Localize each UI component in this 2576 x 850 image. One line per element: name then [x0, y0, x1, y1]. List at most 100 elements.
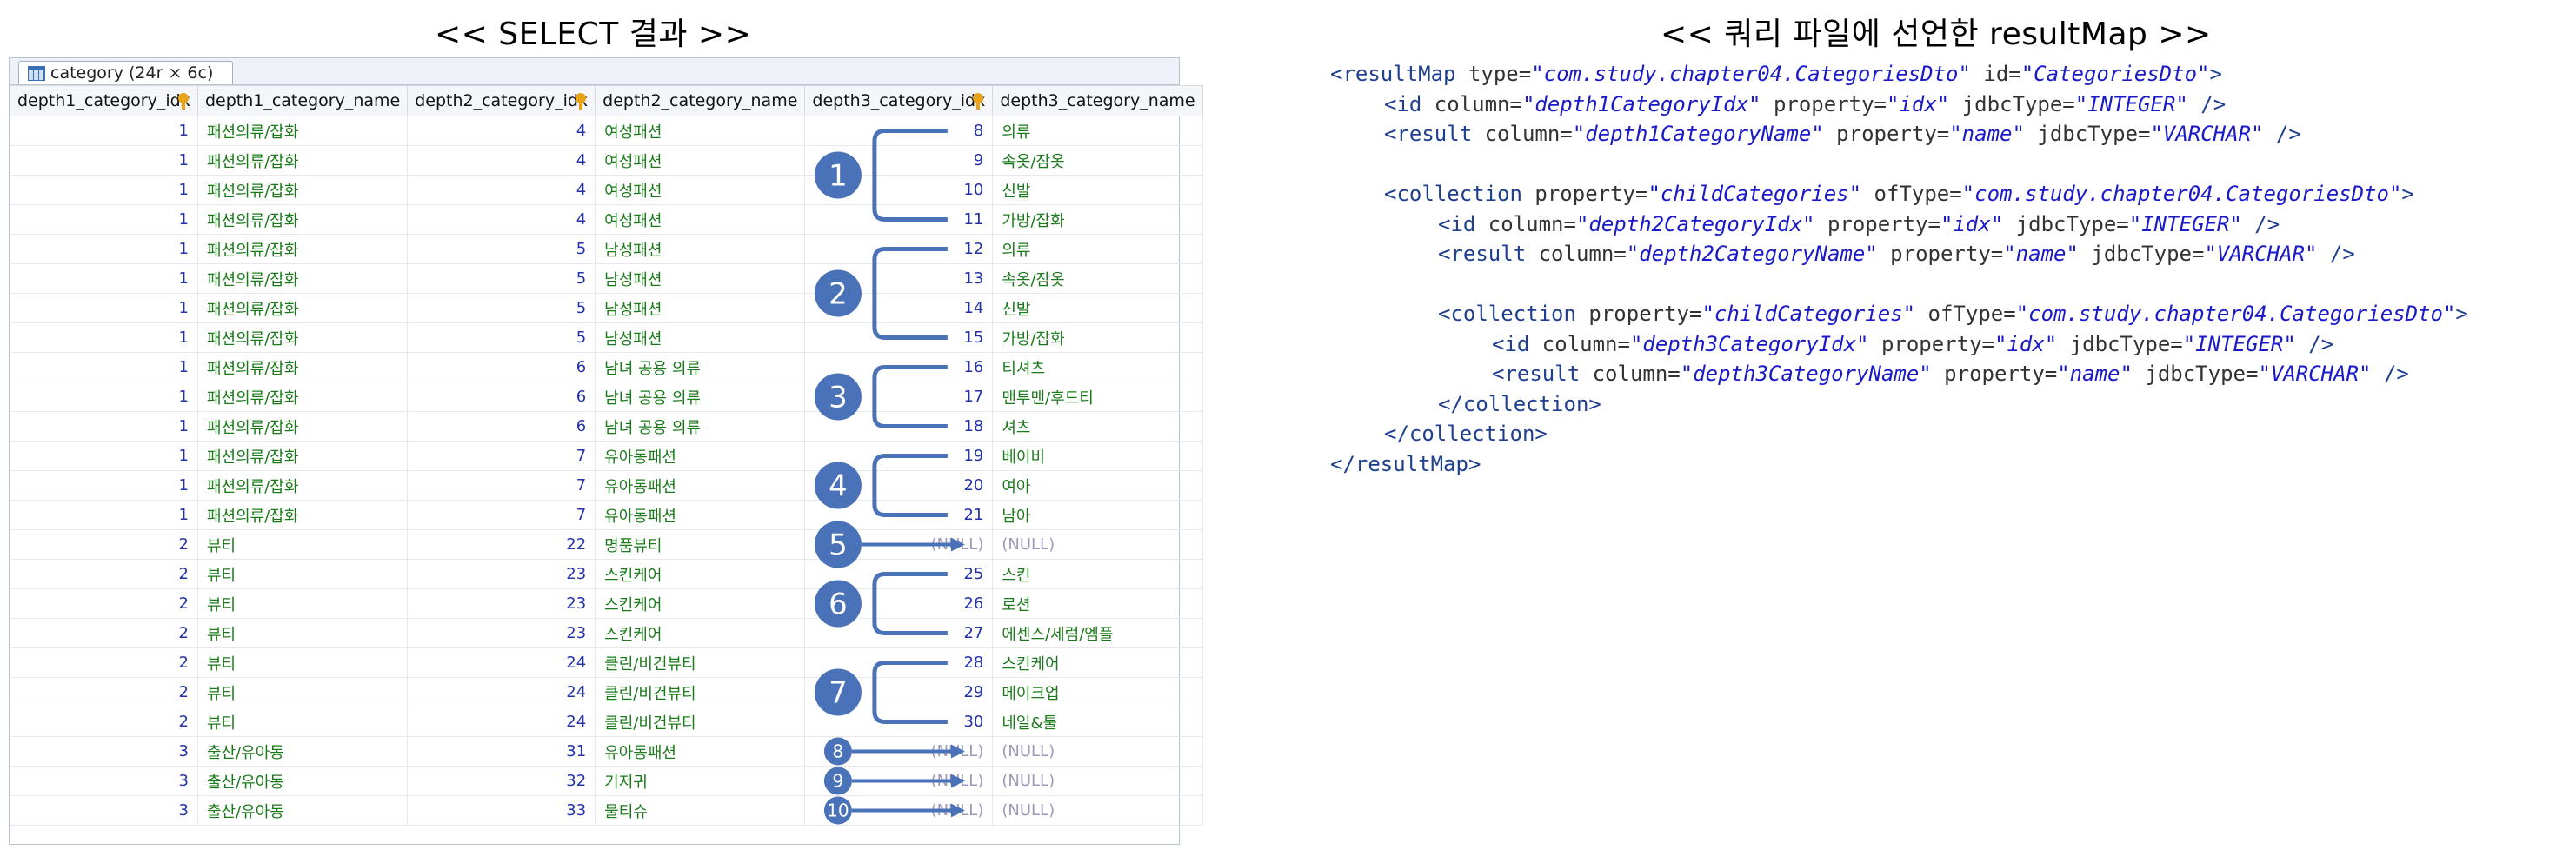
group-bracket [872, 365, 948, 428]
code-token: property= [1877, 242, 2004, 266]
code-token: "INTEGER" [2128, 211, 2242, 236]
code-token: "VARCHAR" [2204, 242, 2318, 266]
code-token: "idx" [1887, 91, 1950, 116]
code-line: <id column="depth3CategoryIdx" property=… [1330, 329, 2468, 360]
code-token: jdbcType= [1949, 91, 2075, 116]
code-token: "idx" [1940, 211, 2004, 236]
code-token: > [2455, 302, 2468, 326]
code-token: "depth3CategoryName" [1680, 362, 1932, 386]
code-token: column= [1484, 122, 1573, 146]
badge-number: 1 [829, 159, 848, 194]
annotation-badge: 4 [814, 462, 862, 509]
code-line: <result column="depth3CategoryName" prop… [1330, 359, 2468, 389]
code-token: "VARCHAR" [2258, 362, 2372, 386]
code-token: "name" [1949, 122, 2025, 146]
code-token: > [2401, 182, 2414, 206]
code-token: "depth3CategoryIdx" [1629, 331, 1869, 356]
code-token: /> [2371, 362, 2409, 386]
code-token: column= [1434, 91, 1522, 116]
badge-number: 2 [829, 277, 848, 312]
annotation-badge: 7 [814, 668, 862, 716]
annotation-badge: 6 [814, 580, 862, 628]
code-token: "depth2CategoryName" [1626, 242, 1878, 266]
code-token: /> [2187, 91, 2227, 116]
group-bracket [872, 572, 948, 635]
arrow-head-icon [950, 744, 965, 759]
code-token: </resultMap> [1330, 451, 1481, 476]
group-bracket [872, 454, 948, 517]
annotation-badge: 8 [823, 737, 852, 766]
code-token: property= [1534, 182, 1648, 206]
code-token: "com.study.chapter04.CategoriesDto" [1961, 182, 2402, 206]
code-token: </collection> [1438, 391, 1601, 416]
code-token: jdbcType= [2024, 122, 2151, 146]
badge-number: 7 [829, 676, 848, 711]
code-token: column= [1592, 362, 1681, 386]
code-token: /> [2263, 122, 2301, 146]
code-token: "com.study.chapter04.CategoriesDto" [2015, 302, 2456, 326]
code-token: "name" [2003, 242, 2079, 266]
code-line: <id column="depth1CategoryIdx" property=… [1330, 90, 2468, 120]
code-token: id= [1970, 62, 2021, 86]
code-token: <resultMap [1330, 62, 1468, 86]
code-token: "name" [2057, 362, 2133, 386]
code-line: <id column="depth2CategoryIdx" property=… [1330, 209, 2468, 240]
code-token: "childCategories" [1647, 182, 1862, 206]
badge-number: 9 [833, 771, 844, 792]
annotation-badge: 10 [823, 796, 852, 825]
code-token: "com.study.chapter04.CategoriesDto" [1531, 62, 1971, 86]
code-line: <resultMap type="com.study.chapter04.Cat… [1330, 59, 2468, 90]
code-token: property= [1814, 211, 1940, 236]
code-token: property= [1823, 122, 1950, 146]
badge-number: 4 [829, 469, 848, 504]
badge-number: 8 [833, 741, 844, 762]
code-token: property= [1588, 302, 1702, 326]
code-token: "childCategories" [1701, 302, 1916, 326]
group-bracket [872, 661, 948, 724]
code-token: <result [1438, 242, 1539, 266]
code-token: <collection [1384, 182, 1535, 206]
code-token: property= [1761, 91, 1887, 116]
annotation-badge: 5 [814, 521, 862, 568]
annotation-badge: 9 [823, 767, 852, 795]
code-token: <id [1492, 331, 1542, 356]
code-line: <result column="depth2CategoryName" prop… [1330, 239, 2468, 269]
code-token: ofType= [1915, 302, 2016, 326]
code-token: "CategoriesDto" [2020, 62, 2210, 86]
code-token: "depth1CategoryName" [1572, 122, 1824, 146]
code-line: <collection property="childCategories" o… [1330, 299, 2468, 329]
annotation-badge: 2 [814, 269, 862, 317]
code-token: type= [1468, 62, 1532, 86]
arrow-head-icon [950, 537, 965, 552]
code-token: <id [1438, 211, 1488, 236]
code-token: jdbcType= [2132, 362, 2259, 386]
code-token: <collection [1438, 302, 1589, 326]
code-token: </collection> [1384, 422, 1548, 446]
badge-number: 3 [829, 381, 848, 415]
code-token: "INTEGER" [2182, 331, 2296, 356]
group-bracket [872, 129, 948, 222]
annotation-badge: 3 [814, 373, 862, 421]
code-token: "VARCHAR" [2150, 122, 2264, 146]
code-line: <result column="depth1CategoryName" prop… [1330, 119, 2468, 149]
code-token: "INTEGER" [2074, 91, 2188, 116]
code-token: jdbcType= [2057, 331, 2183, 356]
annotation-badge: 1 [814, 151, 862, 199]
code-token: jdbcType= [2003, 211, 2129, 236]
code-token: property= [1868, 331, 1994, 356]
code-token: <id [1384, 91, 1434, 116]
code-token: /> [2317, 242, 2355, 266]
code-token: column= [1541, 331, 1630, 356]
code-line: </collection> [1330, 389, 2468, 420]
code-token: "depth1CategoryIdx" [1521, 91, 1761, 116]
badge-number: 5 [829, 528, 848, 563]
code-token: <result [1384, 122, 1485, 146]
code-token: property= [1931, 362, 2058, 386]
resultmap-code-panel: <resultMap type="com.study.chapter04.Cat… [1330, 59, 2468, 479]
code-token: ofType= [1861, 182, 1962, 206]
arrow-head-icon [950, 774, 965, 788]
code-token: "depth2CategoryIdx" [1575, 211, 1815, 236]
badge-number: 10 [827, 800, 849, 821]
